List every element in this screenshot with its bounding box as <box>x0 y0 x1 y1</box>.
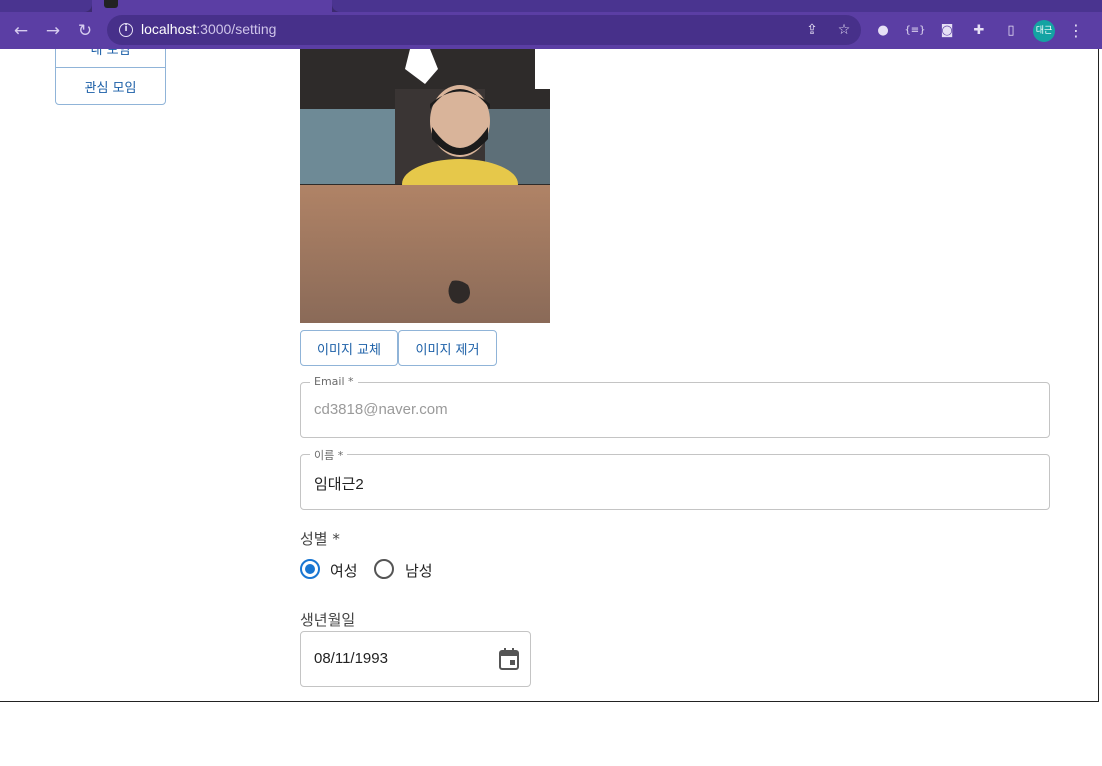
json-extension-icon[interactable]: {≡} <box>904 20 926 42</box>
browser-tab-active[interactable] <box>92 0 332 12</box>
back-icon[interactable]: ← <box>10 20 32 42</box>
tab-favicon-icon <box>104 0 118 8</box>
gender-label: 성별 * <box>300 530 340 548</box>
address-bar[interactable]: i localhost:3000/setting ⇪ ☆ <box>107 15 861 45</box>
sidebar-item-interested-groups[interactable]: 관심 모임 <box>56 67 165 104</box>
name-field[interactable]: 이름 * 임대근2 <box>300 447 1050 510</box>
email-field-value: cd3818@naver.com <box>314 401 448 418</box>
email-field[interactable]: Email * cd3818@naver.com <box>300 375 1050 438</box>
gender-option-male-label[interactable]: 남성 <box>405 560 433 581</box>
gender-option-female-label[interactable]: 여성 <box>330 560 358 581</box>
profile-photo <box>300 49 550 323</box>
gender-radio-male[interactable] <box>374 559 394 579</box>
sidebar-menu: 내 모임 관심 모임 <box>55 49 166 105</box>
bookmark-star-icon[interactable]: ☆ <box>834 20 854 40</box>
reload-icon[interactable]: ↻ <box>74 20 96 42</box>
calendar-icon[interactable] <box>499 648 519 670</box>
url-text[interactable]: localhost:3000/setting <box>141 21 276 37</box>
extensions-puzzle-icon[interactable]: ✚ <box>968 20 990 42</box>
side-panel-icon[interactable]: ▯ <box>1000 20 1022 42</box>
gender-radio-female[interactable] <box>300 559 320 579</box>
browser-tab-inactive[interactable] <box>0 0 92 12</box>
name-field-value: 임대근2 <box>314 476 364 493</box>
remove-image-button[interactable]: 이미지 제거 <box>398 330 497 366</box>
viewport-right-border <box>1098 49 1099 702</box>
browser-toolbar: ← → ↻ i localhost:3000/setting ⇪ ☆ ● {≡}… <box>0 12 1102 49</box>
birthdate-value: 08/11/1993 <box>314 650 388 667</box>
birthdate-input[interactable]: 08/11/1993 <box>300 631 531 687</box>
sidebar-item-my-groups[interactable]: 내 모임 <box>56 49 165 67</box>
page-viewport: 내 모임 관심 모임 이미지 교체 이미지 제거 Email * cd3818@… <box>0 49 1099 702</box>
browser-menu-icon[interactable]: ⋮ <box>1067 20 1085 42</box>
share-icon[interactable]: ⇪ <box>802 20 822 40</box>
birthdate-label: 생년월일 <box>300 611 356 629</box>
site-info-icon[interactable]: i <box>119 23 133 37</box>
profile-avatar[interactable]: 대근 <box>1033 20 1055 42</box>
cookie-extension-icon[interactable]: ● <box>872 20 894 42</box>
replace-image-button[interactable]: 이미지 교체 <box>300 330 398 366</box>
forward-icon[interactable]: → <box>42 20 64 42</box>
camera-extension-icon[interactable]: ◙ <box>936 20 958 42</box>
email-field-label: Email * <box>310 375 358 388</box>
name-field-label: 이름 * <box>310 447 348 463</box>
browser-tab-strip <box>0 0 1102 12</box>
browser-tab-inactive-right[interactable] <box>332 0 1102 12</box>
